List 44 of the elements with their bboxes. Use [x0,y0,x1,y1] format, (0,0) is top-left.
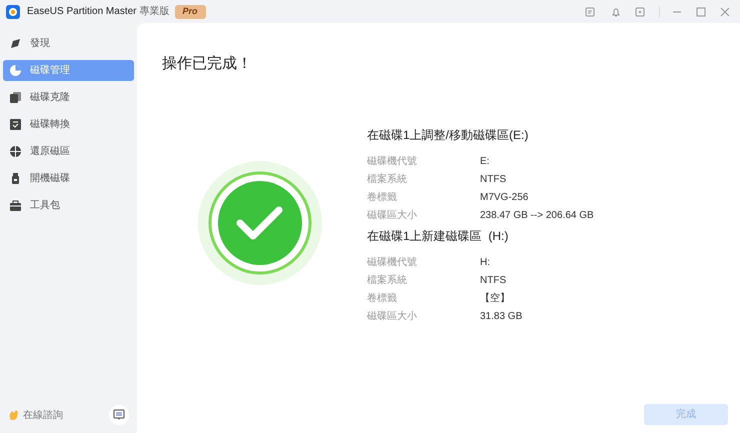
window-title: EaseUS Partition Master [27,5,136,19]
sidebar-item[interactable]: 磁碟轉換 [3,114,134,135]
sidebar-item[interactable]: 工具包 [3,195,134,216]
property-value: 31.83 GB [480,310,522,324]
success-check-icon [198,160,322,284]
pie-chart-icon [9,64,22,77]
chat-icon[interactable] [109,405,129,425]
property-label: 卷標籤 [367,292,398,306]
property-label: 磁碟機代號 [367,256,418,270]
compass-icon [9,37,22,50]
property-value: H: [480,256,490,270]
property-label: 磁碟機代號 [367,154,418,169]
app-logo-icon [6,4,20,18]
property-value: E: [480,155,490,169]
property-value: 【空】 [480,292,510,306]
operation-title: 在磁碟1上調整/移動磁碟區(E:) [367,126,530,144]
sidebar-item[interactable]: 發現 [3,33,134,54]
pro-badge: Pro [174,4,206,18]
bell-icon[interactable] [611,6,621,16]
property-label: 檔案系統 [367,274,408,288]
property-label: 磁碟區大小 [367,208,418,223]
property-label: 磁碟區大小 [367,310,418,324]
maximize-icon[interactable] [696,6,706,16]
sidebar-item[interactable]: 還原磁區 [3,141,134,162]
close-icon[interactable] [720,6,730,16]
copy-icon [9,91,22,104]
toolbox-icon [9,199,22,212]
property-value: NTFS [480,173,506,187]
property-label: 卷標籤 [367,190,398,205]
completion-heading: 操作已完成！ [162,54,253,74]
property-value: 238.47 GB --> 206.64 GB [480,209,594,223]
disk-convert-icon [9,118,22,131]
operation-title: 在磁碟1上新建磁碟區 (H:) [367,228,510,244]
property-value: M7VG-256 [480,191,528,205]
property-label: 檔案系統 [367,172,408,187]
online-support-link[interactable]: 在線諮詢 [23,408,63,422]
feedback-icon[interactable] [585,6,595,16]
sidebar-item[interactable]: 開機磁碟 [3,168,134,189]
recovery-icon [9,145,22,158]
property-value: NTFS [480,274,506,288]
square-icon[interactable] [635,6,645,16]
usb-drive-icon [9,172,22,185]
edition-label: 專業版 [140,4,170,19]
sidebar-item[interactable]: 磁碟克隆 [3,87,134,108]
